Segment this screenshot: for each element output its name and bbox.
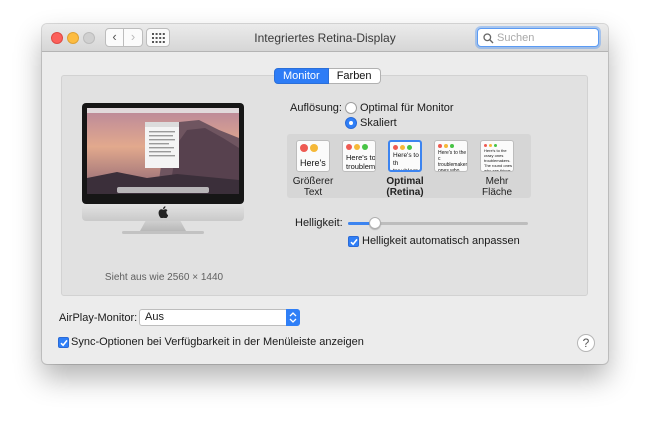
window-dots-icon xyxy=(346,144,368,150)
scale-caption-more-space: Mehr Fläche xyxy=(473,176,521,198)
checkmark-icon xyxy=(350,238,358,246)
airplay-label: AirPlay-Monitor: xyxy=(59,312,138,324)
window-dots-icon xyxy=(484,144,497,147)
window-title: Integriertes Retina-Display xyxy=(254,31,396,45)
scale-preview-text: Here's to the crazy ones troublemakers. … xyxy=(484,148,513,172)
checkmark-icon xyxy=(60,339,68,347)
auto-brightness-label[interactable]: Helligkeit automatisch anpassen xyxy=(362,235,520,247)
brightness-label: Helligkeit: xyxy=(295,217,343,229)
caption-line: Optimal xyxy=(386,176,424,187)
imac-bezel xyxy=(82,103,244,204)
imac-chin xyxy=(82,204,244,221)
scale-caption-larger-text: Größerer Text xyxy=(289,176,337,198)
window-dots-icon xyxy=(300,144,318,152)
caption-line: Fläche xyxy=(481,187,512,198)
imac-foot xyxy=(122,231,204,234)
scale-option-4[interactable]: Here's to the c troublemakers. ones who … xyxy=(434,140,468,172)
chevron-left-icon: ‹ xyxy=(112,29,117,44)
sync-options-label[interactable]: Sync-Optionen bei Verfügbarkeit in der M… xyxy=(71,336,364,348)
auto-brightness-checkbox[interactable] xyxy=(348,236,359,247)
caption-line: Größerer xyxy=(292,176,334,187)
airplay-select[interactable]: Aus xyxy=(139,309,300,326)
scale-preview-text: Here's to the c troublemakers. ones who … xyxy=(438,150,468,172)
search-input[interactable] xyxy=(497,30,595,45)
tab-monitor[interactable]: Monitor xyxy=(274,68,329,84)
scale-caption-optimal-retina: Optimal (Retina) xyxy=(381,176,429,198)
brightness-slider-knob[interactable] xyxy=(369,217,381,229)
search-icon xyxy=(483,33,494,44)
caption-line: Mehr xyxy=(485,176,509,187)
scale-option-more-space[interactable]: Here's to the crazy ones troublemakers. … xyxy=(480,140,514,172)
tab-bar: Monitor Farben xyxy=(274,68,381,84)
scale-preview-text: Here's to th troublemak xyxy=(393,152,422,172)
imac-screen xyxy=(87,108,239,194)
title-bar: ‹ › Integriertes Retina-Display xyxy=(42,24,608,52)
chevron-right-icon: › xyxy=(130,29,136,44)
resolution-label: Auflösung: xyxy=(290,102,342,114)
window-dots-icon xyxy=(438,144,454,148)
scale-option-larger-text[interactable]: Here's xyxy=(296,140,330,172)
up-down-chevron-icon xyxy=(289,312,297,323)
caption-line: (Retina) xyxy=(386,187,424,198)
sync-options-checkbox[interactable] xyxy=(58,337,69,348)
popup-stepper xyxy=(286,309,300,326)
close-button[interactable] xyxy=(51,32,63,44)
help-button[interactable]: ? xyxy=(577,334,595,352)
imac-stand xyxy=(140,221,186,231)
resolution-note: Sieht aus wie 2560 × 1440 xyxy=(104,272,224,283)
tab-farben[interactable]: Farben xyxy=(328,68,381,84)
radio-scaled[interactable] xyxy=(345,117,357,129)
radio-optimal-label[interactable]: Optimal für Monitor xyxy=(360,102,454,114)
minimize-button[interactable] xyxy=(67,32,79,44)
scale-preview-text: Here's to troublem xyxy=(346,153,376,171)
radio-scaled-label[interactable]: Skaliert xyxy=(360,117,397,129)
forward-button[interactable]: › xyxy=(124,28,143,47)
caption-line: Text xyxy=(303,187,323,198)
grid-icon xyxy=(152,33,165,43)
zoom-button[interactable] xyxy=(83,32,95,44)
apple-logo-icon xyxy=(158,206,168,218)
window-dots-icon xyxy=(393,145,412,150)
scale-options: Here's Größerer Text Here's to troublem … xyxy=(287,134,531,198)
search-field[interactable] xyxy=(477,28,599,47)
radio-optimal-for-monitor[interactable] xyxy=(345,102,357,114)
back-button[interactable]: ‹ xyxy=(105,28,124,47)
scale-preview-text: Here's xyxy=(300,158,326,168)
airplay-select-value: Aus xyxy=(145,311,164,323)
yosemite-wallpaper-image xyxy=(87,108,239,194)
system-preferences-window: ‹ › Integriertes Retina-Display Monitor … xyxy=(42,24,608,364)
scale-option-2[interactable]: Here's to troublem xyxy=(342,140,376,172)
scale-option-optimal-retina[interactable]: Here's to th troublemak xyxy=(388,140,422,172)
show-all-button[interactable] xyxy=(146,28,170,47)
brightness-slider[interactable] xyxy=(348,217,528,229)
